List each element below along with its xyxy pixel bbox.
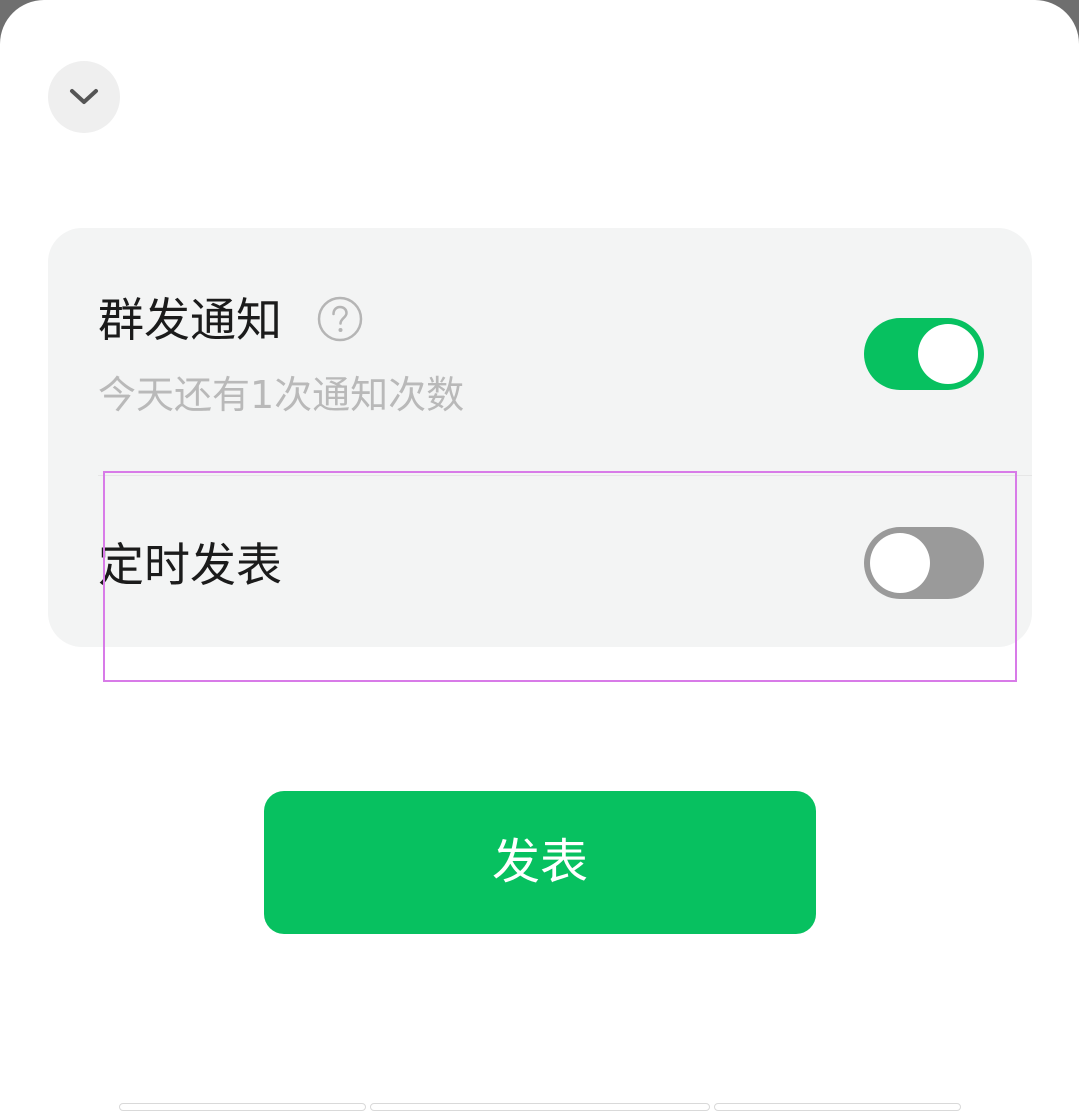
toggle-knob bbox=[918, 324, 978, 384]
scheduled-post-toggle[interactable] bbox=[864, 527, 984, 599]
notify-remaining-text: 今天还有1次通知次数 bbox=[98, 373, 465, 417]
collapse-button[interactable] bbox=[48, 61, 120, 133]
toggle-knob bbox=[870, 533, 930, 593]
chevron-down-icon bbox=[70, 89, 98, 104]
bottom-bar-segment bbox=[119, 1103, 366, 1111]
scheduled-post-label: 定时发表 bbox=[98, 538, 282, 592]
bottom-bar-segment bbox=[370, 1103, 710, 1111]
bottom-sheet: 群发通知 今天还有1次通知次数 定时发表 发表 bbox=[0, 0, 1079, 1115]
divider bbox=[98, 475, 1032, 476]
question-circle-icon[interactable] bbox=[317, 296, 363, 342]
publish-button[interactable]: 发表 bbox=[264, 791, 816, 934]
group-notify-label: 群发通知 bbox=[98, 293, 282, 347]
group-notify-toggle[interactable] bbox=[864, 318, 984, 390]
bottom-bar-segment bbox=[714, 1103, 961, 1111]
settings-card: 群发通知 今天还有1次通知次数 定时发表 bbox=[48, 228, 1032, 647]
